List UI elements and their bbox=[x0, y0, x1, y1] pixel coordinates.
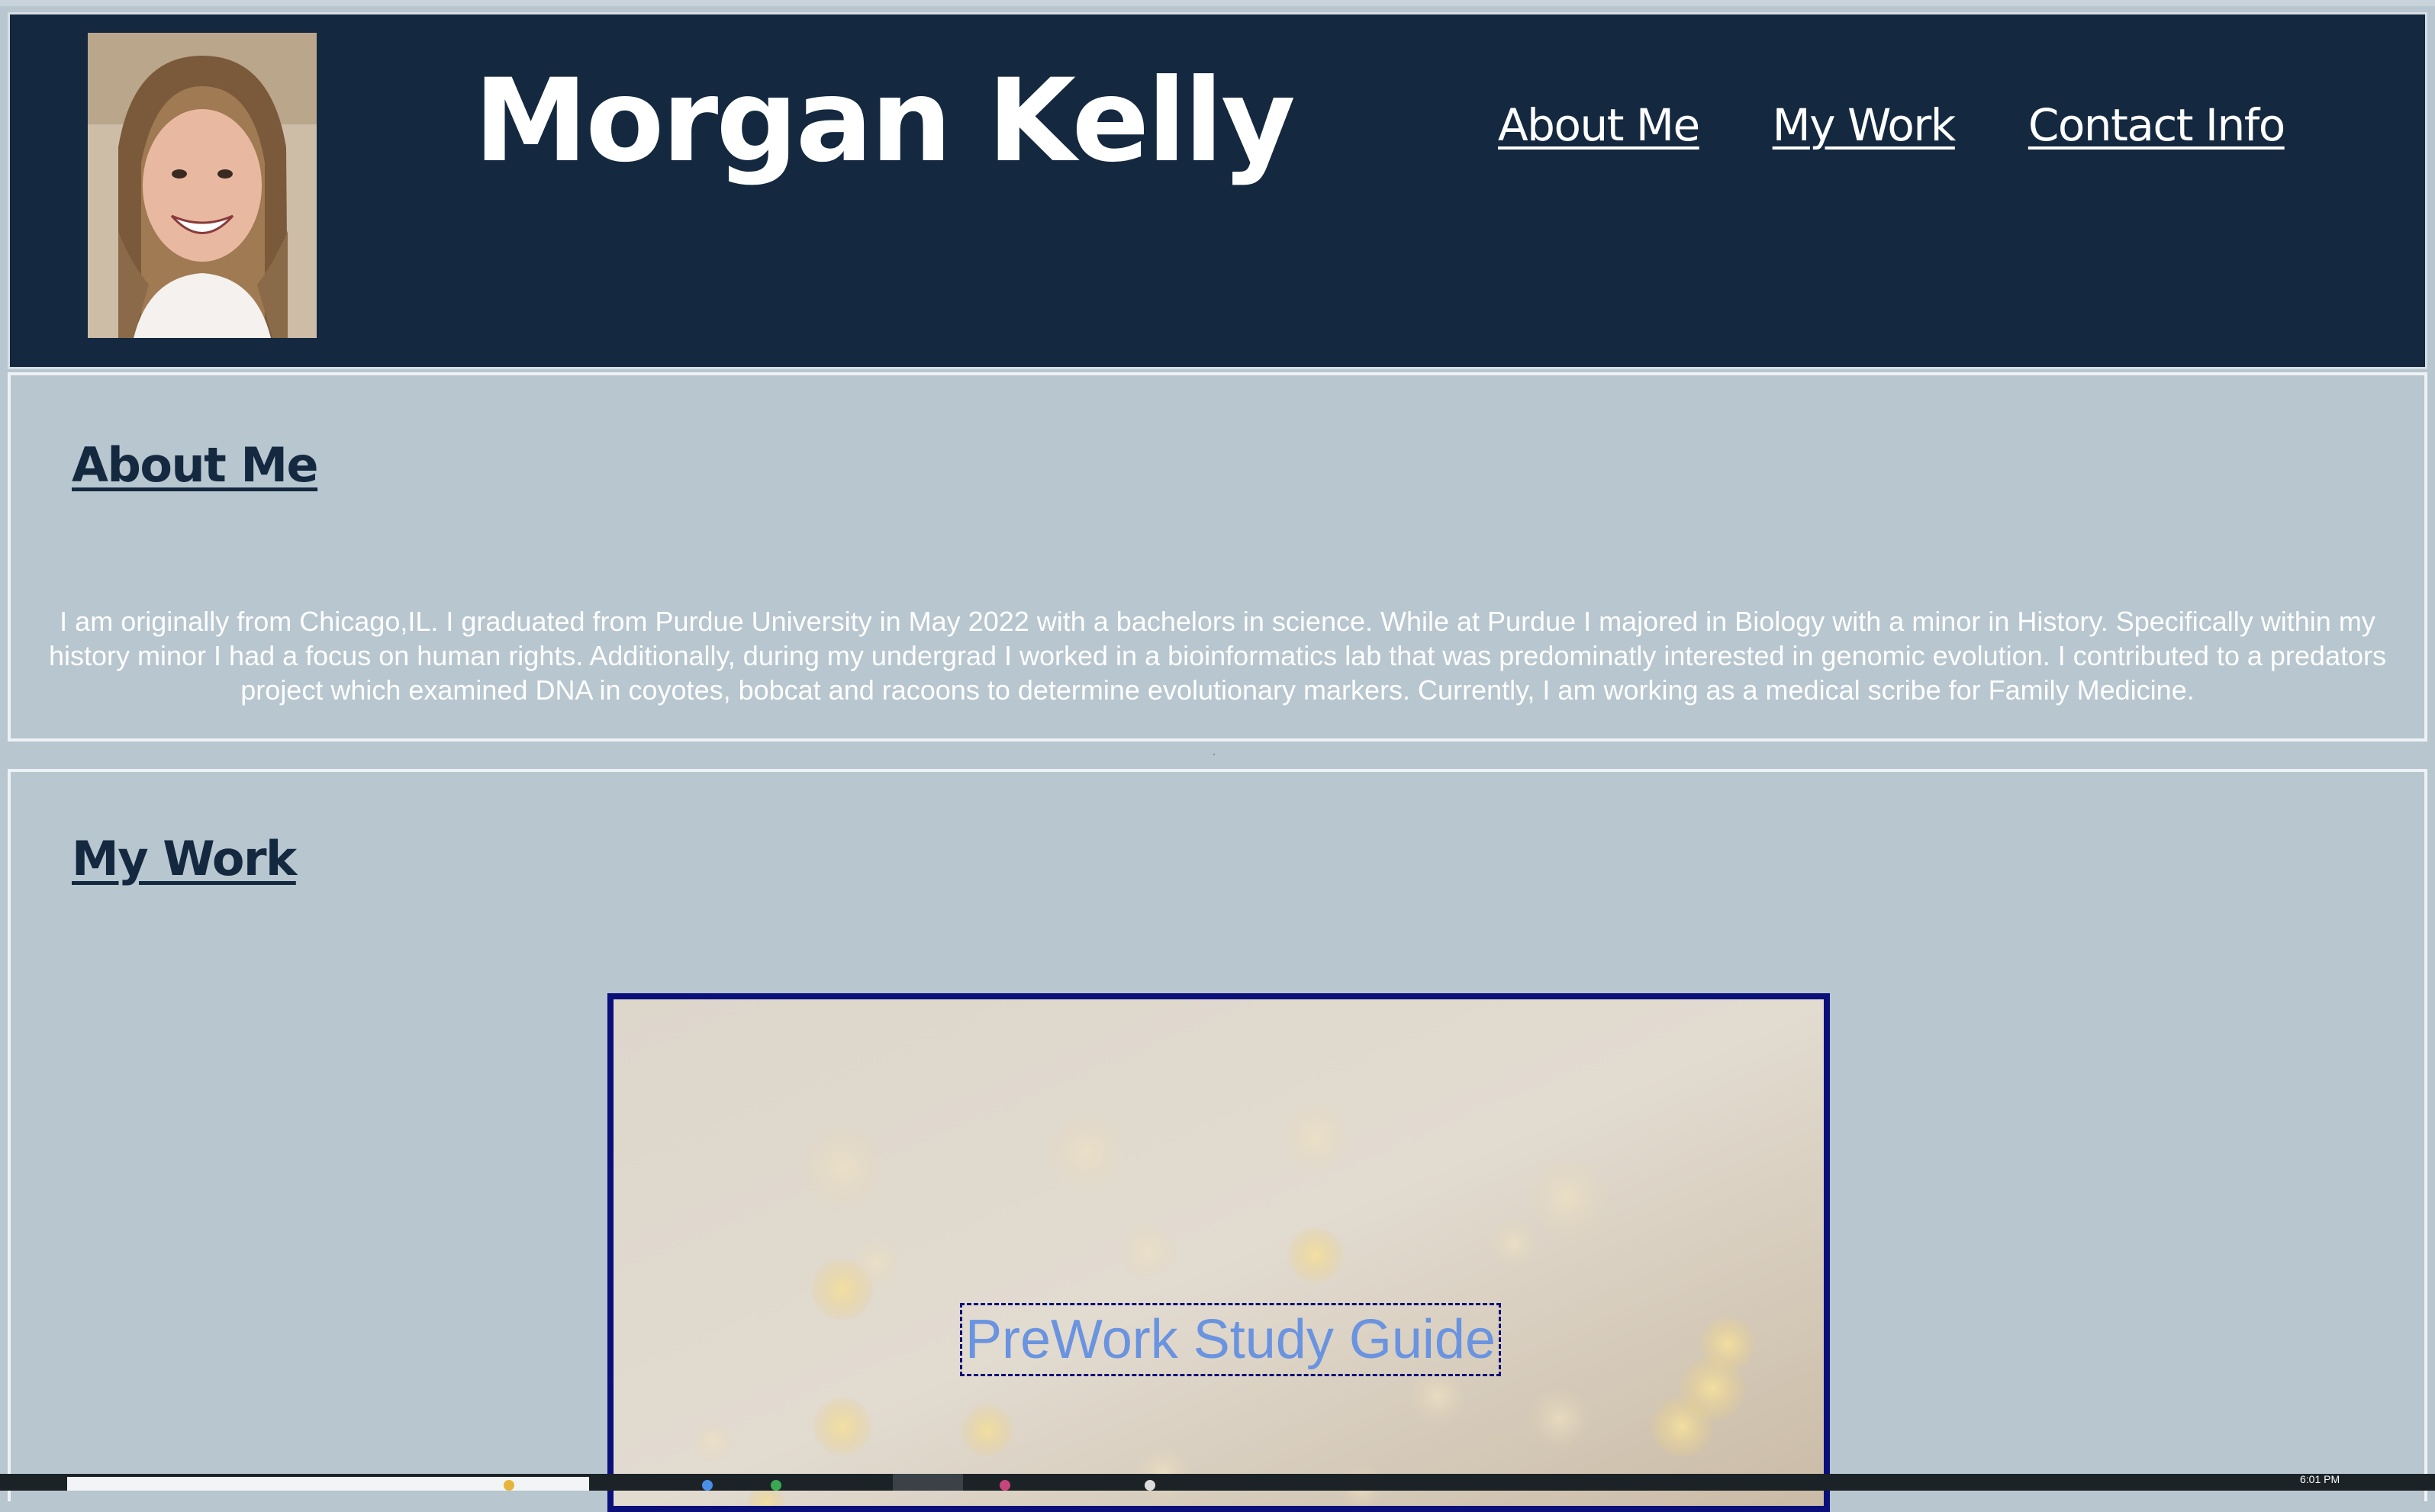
app-icon[interactable] bbox=[1145, 1480, 1155, 1491]
work-heading: My Work bbox=[72, 831, 297, 886]
about-section: About Me I am originally from Chicago,IL… bbox=[8, 372, 2427, 742]
active-app-indicator[interactable] bbox=[893, 1474, 963, 1491]
nav-link-contact-info[interactable]: Contact Info bbox=[2028, 91, 2285, 159]
profile-photo bbox=[88, 33, 317, 338]
main-nav: About Me My Work Contact Info bbox=[1498, 91, 2285, 159]
site-title: Morgan Kelly bbox=[474, 55, 1296, 188]
section-divider bbox=[1213, 754, 1215, 755]
app-icon[interactable] bbox=[771, 1480, 781, 1491]
browser-viewport: Morgan Kelly About Me My Work Contact In… bbox=[0, 0, 2435, 1512]
taskbar-clock[interactable]: 6:01 PM bbox=[2300, 1474, 2340, 1485]
about-body-text: I am originally from Chicago,IL. I gradu… bbox=[49, 606, 2386, 706]
nav-link-about-me[interactable]: About Me bbox=[1498, 91, 1700, 159]
bokeh-background-image bbox=[614, 999, 1824, 1506]
work-section: My Work PreWork Study Guide bbox=[8, 769, 2427, 1512]
nav-link-my-work[interactable]: My Work bbox=[1773, 91, 1957, 159]
app-icon[interactable] bbox=[702, 1480, 713, 1491]
prework-study-guide-link[interactable]: PreWork Study Guide bbox=[960, 1303, 1501, 1376]
app-icon[interactable] bbox=[1000, 1480, 1010, 1491]
work-card[interactable]: PreWork Study Guide bbox=[607, 993, 1830, 1512]
site-header: Morgan Kelly About Me My Work Contact In… bbox=[8, 12, 2427, 369]
profile-photo-image bbox=[88, 33, 317, 338]
os-taskbar: 6:01 PM bbox=[0, 1474, 2435, 1491]
about-heading: About Me bbox=[72, 437, 319, 493]
app-icon[interactable] bbox=[504, 1480, 514, 1491]
